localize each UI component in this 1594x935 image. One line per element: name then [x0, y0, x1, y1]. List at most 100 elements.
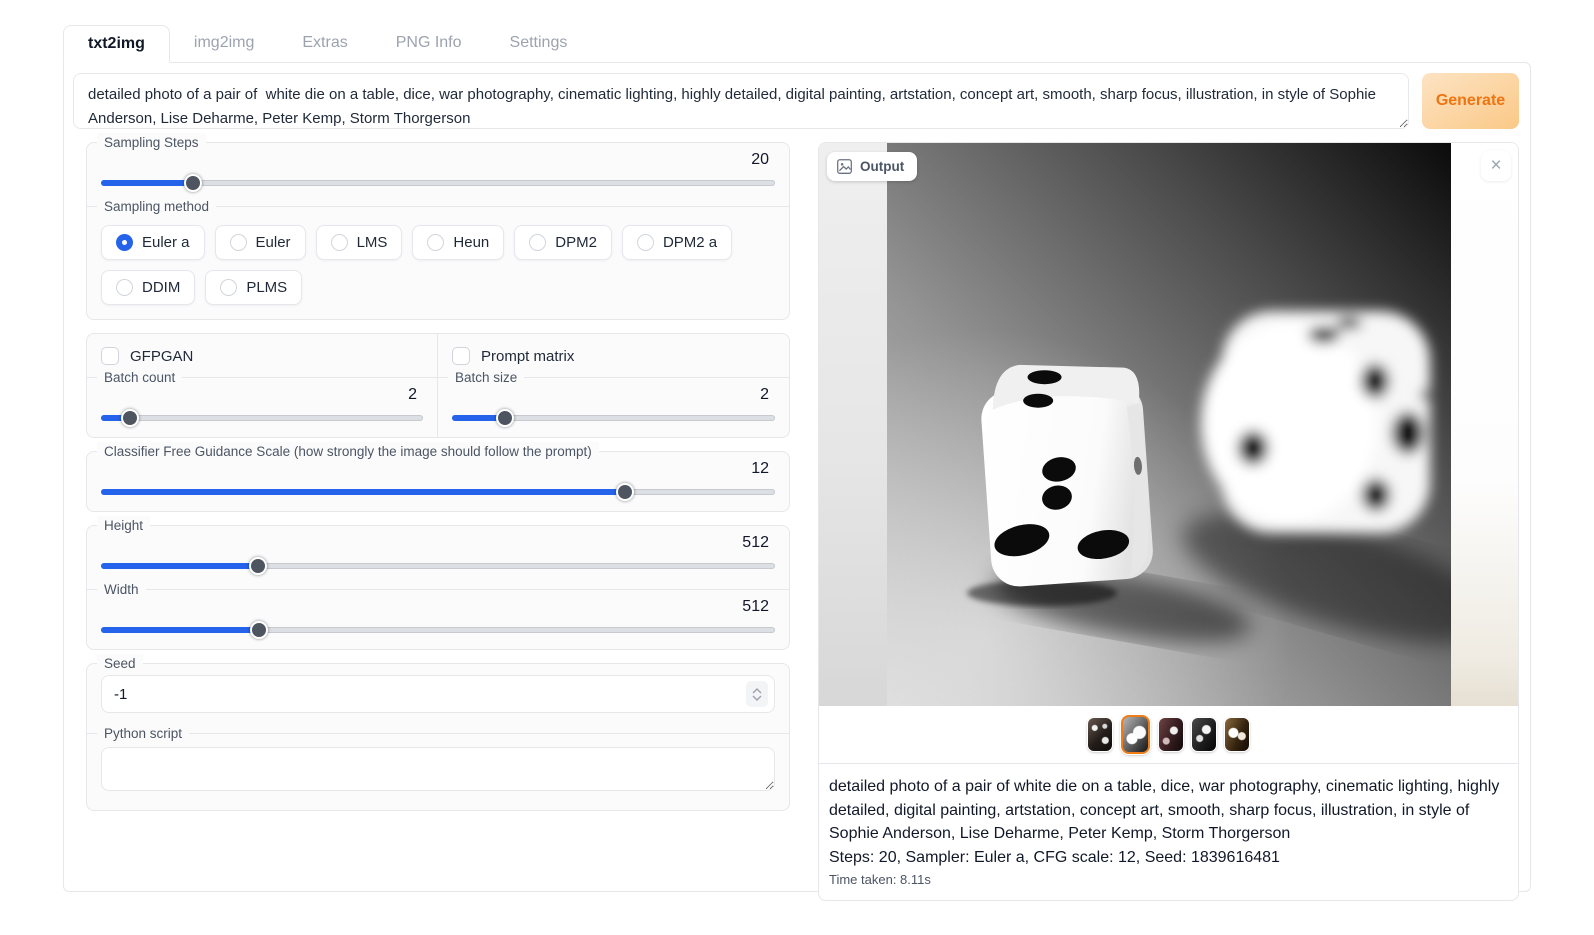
batch-size-field: Batch size 2 — [438, 377, 789, 437]
sampling-steps-label: Sampling Steps — [97, 133, 206, 153]
sampling-method-label: Sampling method — [97, 197, 216, 217]
chevron-down-icon — [752, 695, 762, 701]
sampling-panel: Sampling Steps 20 Sampling method Euler … — [86, 142, 790, 320]
height-field: Height 512 — [87, 526, 789, 585]
output-time-text: Time taken: 8.11s — [829, 872, 1506, 887]
radio-icon — [220, 279, 237, 296]
gallery-letterbox-left — [819, 143, 887, 706]
thumbnail-5[interactable] — [1225, 718, 1249, 751]
radio-dpm2-a[interactable]: DPM2 a — [622, 225, 732, 260]
radio-euler[interactable]: Euler — [215, 225, 306, 260]
batch-count-field: Batch count 2 — [87, 377, 438, 437]
output-column: Output × — [818, 142, 1519, 901]
python-script-input[interactable] — [101, 747, 775, 791]
generated-image[interactable] — [887, 143, 1451, 706]
slider-thumb[interactable] — [121, 409, 139, 427]
batch-count-label: Batch count — [97, 368, 182, 388]
slider-thumb[interactable] — [184, 174, 202, 192]
batch-size-label: Batch size — [448, 368, 524, 388]
radio-heun[interactable]: Heun — [412, 225, 504, 260]
radio-label: DPM2 — [555, 234, 597, 251]
seed-input[interactable] — [114, 686, 746, 703]
cfg-value: 12 — [101, 460, 775, 482]
radio-lms[interactable]: LMS — [316, 225, 403, 260]
python-script-label: Python script — [97, 724, 189, 744]
radio-icon — [230, 234, 247, 251]
settings-column: Sampling Steps 20 Sampling method Euler … — [86, 142, 790, 901]
width-label: Width — [97, 580, 146, 600]
width-value: 512 — [101, 598, 775, 620]
prompt-matrix-checkbox[interactable] — [452, 347, 470, 365]
tab-settings[interactable]: Settings — [486, 25, 592, 62]
slider-track — [101, 563, 775, 569]
batch-size-slider[interactable] — [452, 409, 775, 427]
radio-plms[interactable]: PLMS — [205, 270, 302, 305]
seed-label: Seed — [97, 654, 143, 674]
generate-button[interactable]: Generate — [1422, 73, 1519, 129]
thumbnail-1[interactable] — [1088, 718, 1112, 751]
batch-count-value: 2 — [101, 386, 423, 408]
sampling-method-field: Sampling method Euler a Euler LMS Heun D… — [87, 206, 789, 319]
tab-png-info[interactable]: PNG Info — [372, 25, 486, 62]
radio-icon — [427, 234, 444, 251]
height-label: Height — [97, 516, 150, 536]
slider-track — [101, 627, 775, 633]
height-value: 512 — [101, 534, 775, 556]
radio-icon — [331, 234, 348, 251]
output-header-label: Output — [860, 159, 904, 174]
radio-label: DPM2 a — [663, 234, 717, 251]
sampling-steps-value: 20 — [101, 151, 775, 173]
dice-photo-illustration — [887, 143, 1451, 706]
height-slider[interactable] — [101, 557, 775, 575]
radio-euler-a[interactable]: Euler a — [101, 225, 205, 260]
output-prompt-text: detailed photo of a pair of white die on… — [829, 775, 1506, 846]
gfpgan-checkbox[interactable] — [101, 347, 119, 365]
output-panel: Output × — [818, 142, 1519, 901]
thumbnail-strip — [819, 706, 1518, 763]
radio-label: Euler a — [142, 234, 190, 251]
radio-icon — [116, 279, 133, 296]
output-header: Output — [827, 152, 917, 181]
tab-bar: txt2img img2img Extras PNG Info Settings — [63, 25, 591, 62]
radio-dpm2[interactable]: DPM2 — [514, 225, 612, 260]
tab-extras[interactable]: Extras — [278, 25, 371, 62]
seed-field: Seed — [87, 664, 789, 723]
thumbnail-2-selected[interactable] — [1121, 715, 1150, 754]
slider-thumb[interactable] — [616, 483, 634, 501]
batch-size-value: 2 — [452, 386, 775, 408]
radio-icon — [529, 234, 546, 251]
tab-txt2img[interactable]: txt2img — [63, 25, 170, 63]
txt2img-panel: detailed photo of a pair of white die on… — [63, 62, 1531, 892]
image-icon — [836, 158, 853, 175]
prompt-matrix-label: Prompt matrix — [481, 348, 574, 365]
radio-icon — [116, 234, 133, 251]
output-params-text: Steps: 20, Sampler: Euler a, CFG scale: … — [829, 846, 1506, 870]
slider-thumb[interactable] — [249, 557, 267, 575]
cfg-field: Classifier Free Guidance Scale (how stro… — [87, 452, 789, 511]
width-slider[interactable] — [101, 621, 775, 639]
thumbnail-4[interactable] — [1192, 718, 1216, 751]
sampling-steps-slider[interactable] — [101, 174, 775, 192]
thumbnail-3[interactable] — [1159, 718, 1183, 751]
radio-label: PLMS — [246, 279, 287, 296]
output-gallery: Output × — [819, 143, 1518, 706]
radio-label: Heun — [453, 234, 489, 251]
slider-thumb[interactable] — [250, 621, 268, 639]
prompt-input[interactable]: detailed photo of a pair of white die on… — [73, 73, 1409, 129]
radio-label: LMS — [357, 234, 388, 251]
python-script-field: Python script — [87, 733, 789, 810]
slider-track — [101, 489, 775, 495]
seed-script-panel: Seed Python script — [86, 663, 790, 811]
generation-info: detailed photo of a pair of white die on… — [819, 763, 1518, 900]
close-output-button[interactable]: × — [1481, 151, 1511, 181]
radio-ddim[interactable]: DDIM — [101, 270, 195, 305]
gallery-letterbox-right — [1448, 143, 1518, 706]
slider-thumb[interactable] — [496, 409, 514, 427]
tab-img2img[interactable]: img2img — [170, 25, 278, 62]
batch-panel: GFPGAN Prompt matrix Batch count 2 Batch… — [86, 333, 790, 438]
prompt-row: detailed photo of a pair of white die on… — [73, 73, 1519, 129]
number-stepper[interactable] — [746, 681, 768, 707]
batch-count-slider[interactable] — [101, 409, 423, 427]
cfg-panel: Classifier Free Guidance Scale (how stro… — [86, 451, 790, 512]
cfg-slider[interactable] — [101, 483, 775, 501]
